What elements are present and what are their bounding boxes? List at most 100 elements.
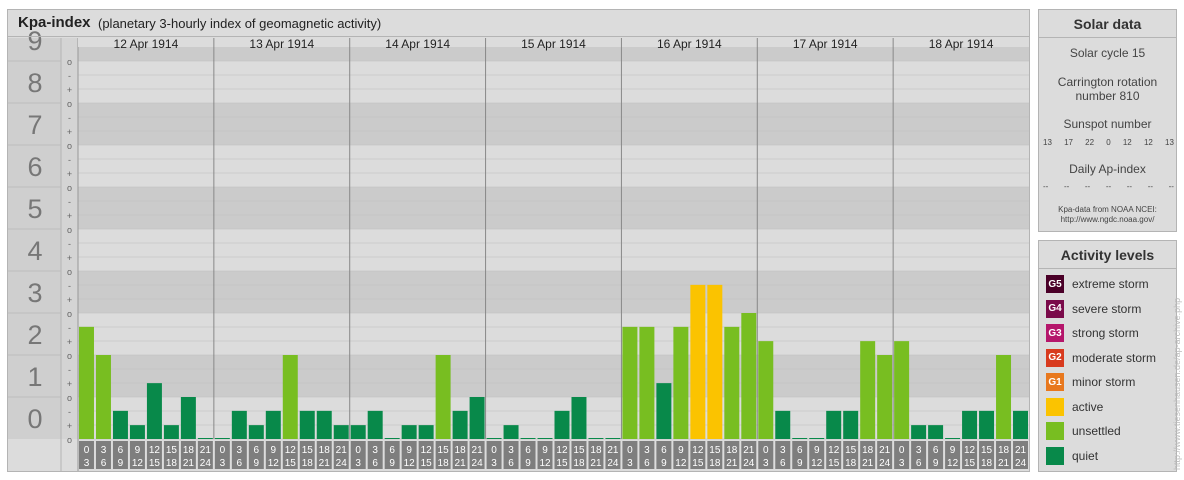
interval-end-label: 3 [899, 458, 905, 469]
activity-level-item: unsettled [1046, 422, 1121, 440]
interval-start-label: 18 [998, 445, 1010, 456]
interval-end-label: 15 [692, 458, 704, 469]
kp-bar [316, 410, 332, 439]
kp-bar [724, 326, 740, 439]
kp-bar [503, 425, 519, 439]
activity-level-swatch: G3 [1046, 324, 1064, 342]
sunspot-value: 22 [1085, 138, 1095, 147]
interval-end-label: 21 [998, 458, 1010, 469]
interval-start-label: 3 [101, 445, 107, 456]
interval-end-label: 18 [709, 458, 721, 469]
interval-start-label: 3 [372, 445, 378, 456]
interval-start-label: 12 [828, 445, 840, 456]
day-label: 15 Apr 1914 [521, 37, 586, 51]
interval-start-label: 15 [981, 445, 993, 456]
interval-end-label: 12 [811, 458, 823, 469]
interval-start-label: 21 [607, 445, 619, 456]
level-band [78, 229, 1029, 271]
y-subtick-label: + [67, 169, 72, 179]
activity-level-swatch: G5 [1046, 275, 1064, 293]
solar-data-panel: Solar data Solar cycle 15 Carrington rot… [1038, 9, 1177, 232]
interval-end-label: 6 [916, 458, 922, 469]
interval-end-label: 24 [336, 458, 348, 469]
activity-level-swatch: G1 [1046, 373, 1064, 391]
kp-bar [231, 410, 247, 439]
interval-start-label: 18 [319, 445, 331, 456]
interval-start-label: 0 [491, 445, 497, 456]
kp-bar [894, 341, 910, 439]
activity-level-swatch: G4 [1046, 299, 1064, 318]
interval-end-label: 9 [661, 458, 667, 469]
activity-level-label: moderate storm [1072, 350, 1157, 365]
y-subtick-label: - [68, 407, 71, 417]
kp-bar [979, 410, 995, 439]
sunspot-value: 13 [1043, 138, 1052, 147]
interval-start-label: 12 [556, 445, 568, 456]
chart-title: Kpa-index [18, 14, 91, 31]
kp-bar [843, 410, 859, 439]
interval-start-label: 9 [542, 445, 548, 456]
kp-bar [537, 438, 553, 439]
interval-end-label: 9 [933, 458, 939, 469]
interval-end-label: 3 [84, 458, 90, 469]
interval-end-label: 18 [302, 458, 314, 469]
interval-end-label: 9 [797, 458, 803, 469]
y-subtick-label: + [67, 379, 72, 389]
y-subtick-label: o [67, 225, 72, 235]
kp-bar [384, 438, 400, 439]
interval-end-label: 24 [743, 458, 755, 469]
carrington-rotation-label: Carrington rotation [1057, 75, 1158, 89]
day-label: 13 Apr 1914 [249, 37, 314, 51]
interval-end-label: 3 [627, 458, 633, 469]
interval-end-label: 21 [455, 458, 467, 469]
interval-start-label: 12 [285, 445, 297, 456]
kp-bar [605, 438, 621, 439]
kp-bar [1013, 410, 1028, 439]
kp-bar [656, 383, 672, 439]
interval-end-label: 21 [183, 458, 195, 469]
y-subtick-label: o [67, 267, 72, 277]
y-tick-label: 1 [27, 362, 42, 392]
y-subtick-label: o [67, 309, 72, 319]
kp-bar [996, 355, 1012, 439]
interval-start-label: 6 [797, 445, 803, 456]
kp-bar [809, 438, 825, 439]
interval-end-label: 3 [220, 458, 226, 469]
interval-start-label: 0 [899, 445, 905, 456]
level-band [78, 271, 1029, 313]
interval-end-label: 6 [644, 458, 650, 469]
ap-index-value: -- [1105, 182, 1112, 191]
interval-start-label: 3 [916, 445, 922, 456]
y-subtick-label: - [68, 113, 71, 123]
sunspot-value: 12 [1143, 138, 1153, 147]
interval-end-label: 15 [149, 458, 161, 469]
y-tick-label: 2 [27, 320, 42, 350]
kp-bar [282, 355, 298, 439]
y-tick-label: 3 [27, 278, 42, 308]
interval-start-label: 0 [763, 445, 769, 456]
y-tick-label: 7 [27, 110, 42, 140]
ap-index-value: -- [1168, 182, 1174, 191]
y-subtick-label: + [67, 337, 72, 347]
kp-bar [520, 438, 536, 439]
interval-end-label: 21 [862, 458, 874, 469]
kp-bar [469, 397, 485, 439]
ap-index-value: -- [1043, 182, 1049, 191]
activity-level-item: quiet [1046, 446, 1098, 465]
interval-start-label: 3 [237, 445, 243, 456]
kp-bar [452, 410, 468, 439]
interval-end-label: 6 [780, 458, 786, 469]
kp-bar [741, 313, 757, 439]
kp-bar [248, 425, 264, 439]
activity-level-swatch [1046, 422, 1064, 440]
interval-start-label: 6 [525, 445, 531, 456]
data-source-link[interactable]: http://www.ngdc.noaa.gov/ [1039, 215, 1176, 225]
kp-bar [163, 425, 179, 439]
interval-start-label: 9 [271, 445, 277, 456]
interval-start-label: 15 [302, 445, 314, 456]
interval-end-label: 12 [404, 458, 416, 469]
ap-index-value: -- [1126, 182, 1133, 191]
interval-start-label: 15 [438, 445, 450, 456]
interval-end-label: 15 [285, 458, 297, 469]
kp-bar [418, 425, 434, 439]
